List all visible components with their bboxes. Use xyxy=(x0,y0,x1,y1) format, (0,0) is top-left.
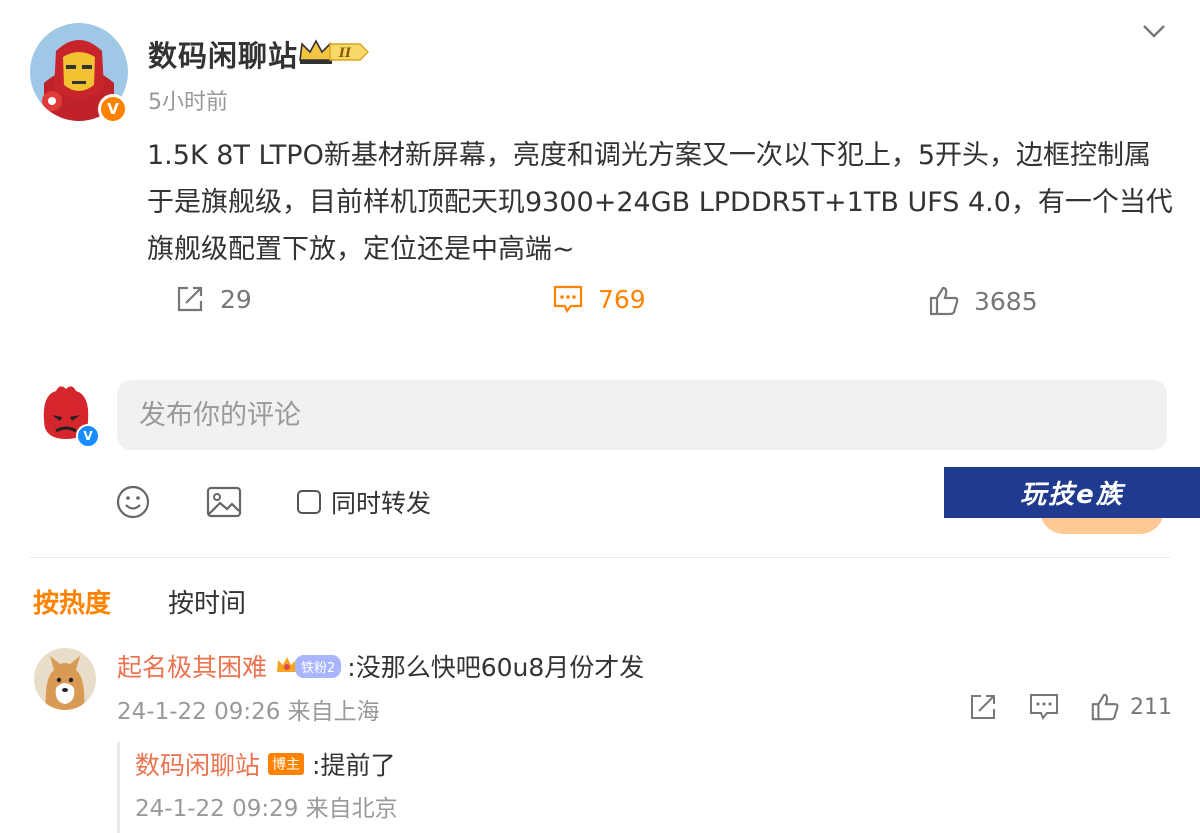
watermark-logo: 玩技e族 xyxy=(944,467,1200,518)
comment-like-count: 211 xyxy=(1130,694,1172,720)
comment-share-icon[interactable] xyxy=(968,692,1000,722)
repost-checkbox[interactable]: 同时转发 xyxy=(297,484,431,520)
author-name[interactable]: 数码闲聊站 xyxy=(148,33,298,75)
level-crown-badge: II xyxy=(298,38,370,66)
post-text: 1.5K 8T LTPO新基材新屏幕，亮度和调光方案又一次以下犯上，5开头，边框… xyxy=(147,140,1173,265)
share-count: 29 xyxy=(220,284,252,314)
reply-meta: 24-1-22 09:29 来自北京 xyxy=(135,796,398,822)
tab-sort-time[interactable]: 按时间 xyxy=(168,583,246,620)
tab-sort-hot[interactable]: 按热度 xyxy=(33,583,111,620)
comment-button[interactable]: 769 xyxy=(552,283,646,315)
comment-input-box[interactable] xyxy=(117,380,1167,450)
reply-text: :提前了 xyxy=(312,751,396,780)
comment-input[interactable] xyxy=(139,399,1167,431)
share-button[interactable]: 29 xyxy=(174,283,252,315)
comment-actions: 211 xyxy=(968,692,1172,722)
commenter-name[interactable]: 起名极其困难 xyxy=(117,648,267,684)
my-verified-badge: V xyxy=(76,424,100,448)
chevron-down-icon[interactable] xyxy=(1140,20,1168,42)
divider xyxy=(30,557,1170,558)
comment-count: 769 xyxy=(598,284,646,314)
fan-badge: 铁粉2 xyxy=(275,654,342,678)
comment-icon xyxy=(553,285,583,314)
emoji-icon xyxy=(116,485,150,519)
level-badge-text: II xyxy=(338,46,352,61)
fan-badge-label: 铁粉2 xyxy=(295,654,342,678)
repost-label: 同时转发 xyxy=(331,489,432,518)
reply-line: 数码闲聊站 博主 :提前了 xyxy=(135,746,395,782)
image-icon xyxy=(206,486,242,518)
image-button[interactable] xyxy=(205,484,243,524)
reply-author-name[interactable]: 数码闲聊站 xyxy=(135,746,260,782)
checkbox-box[interactable] xyxy=(297,490,321,514)
thumbs-up-icon xyxy=(929,286,959,316)
like-count: 3685 xyxy=(974,286,1038,316)
verified-badge: V xyxy=(98,94,128,124)
comment-like-icon[interactable] xyxy=(1090,692,1120,722)
reply-thread-bar xyxy=(117,742,120,833)
comment-line: 起名极其困难 铁粉2 :没那么快吧60u8月份才发 xyxy=(117,648,644,684)
share-icon xyxy=(177,286,203,312)
emoji-button[interactable] xyxy=(115,484,151,524)
post-time: 5小时前 xyxy=(148,90,228,115)
comment-text: :没那么快吧60u8月份才发 xyxy=(347,653,645,682)
like-button[interactable]: 3685 xyxy=(928,285,1038,317)
blogger-badge: 博主 xyxy=(268,753,305,775)
commenter-avatar[interactable] xyxy=(34,648,96,710)
comment-reply-icon[interactable] xyxy=(1028,692,1060,722)
comment-meta: 24-1-22 09:26 来自上海 xyxy=(117,699,380,725)
